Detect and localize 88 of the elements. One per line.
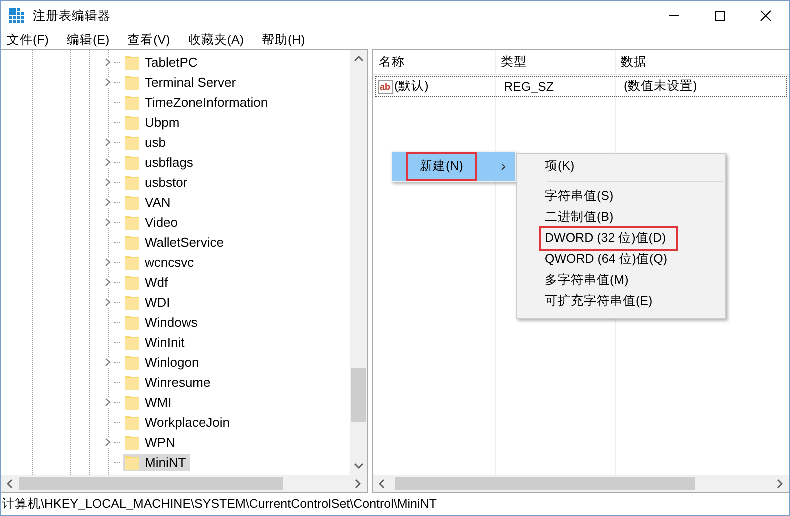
expand-arrow-icon[interactable] [105,358,111,366]
horizontal-scrollbar[interactable] [1,475,367,492]
tree-item[interactable]: WMI [123,394,176,410]
status-path: 计算机\HKEY_LOCAL_MACHINE\SYSTEM\CurrentControlSet\Control\MiniNT [2,496,437,512]
tree-item[interactable]: TabletPC [123,54,202,70]
tree-item[interactable]: wcncsvc [123,254,198,270]
tree-item[interactable]: Windows [123,314,202,330]
tree-item[interactable]: TimeZoneInformation [123,94,272,110]
tree-item[interactable]: Terminal Server [123,74,240,90]
scroll-right-icon[interactable] [777,478,783,488]
tree-item[interactable]: WinInit [123,334,189,350]
expand-arrow-icon[interactable] [105,278,111,286]
expand-arrow-icon[interactable] [105,138,111,146]
scroll-right-icon[interactable] [355,478,361,488]
folder-icon [125,314,139,330]
tree-item[interactable]: Winresume [123,374,215,390]
tree-item[interactable]: WorkplaceJoin [123,414,234,430]
menu-item[interactable]: DWORD (32 位)值(D) [539,226,678,251]
menu-item[interactable]: 编辑(E) [64,32,112,48]
horizontal-scrollbar[interactable] [373,475,789,492]
folder-icon [125,354,139,370]
expand-arrow-icon[interactable] [105,218,111,226]
folder-icon [125,454,139,470]
table-cell: (默认) [394,78,429,95]
tree-item[interactable]: Wdf [123,274,172,290]
tree-item[interactable]: Ubpm [123,114,184,130]
scroll-left-icon[interactable] [7,478,13,488]
tree-item[interactable]: usb [123,134,170,150]
window-title: 注册表编辑器 [33,8,111,24]
tree-item[interactable]: MiniNT [123,454,190,470]
tree-item[interactable]: WDI [123,294,174,310]
column-header[interactable]: 数据 [615,54,789,70]
expand-arrow-icon[interactable] [105,258,111,266]
scroll-down-icon[interactable] [354,463,364,469]
scrollbar-thumb[interactable] [351,368,366,422]
folder-icon [125,274,139,290]
tree-item[interactable]: Winlogon [123,354,204,370]
scroll-up-icon[interactable] [354,56,364,62]
folder-icon [125,174,139,190]
menu-item[interactable]: 帮助(H) [260,32,308,48]
scroll-left-icon[interactable] [379,478,385,488]
folder-icon [125,334,139,350]
folder-icon [125,114,139,130]
menu-item[interactable]: 收藏夹(A) [186,32,246,48]
folder-icon [125,74,139,90]
folder-icon [125,394,139,410]
vertical-scrollbar[interactable] [350,50,367,475]
column-header[interactable]: 类型 [495,54,615,70]
registry-editor-icon [9,8,25,24]
folder-icon [125,414,139,430]
expand-arrow-icon[interactable] [105,438,111,446]
folder-icon [125,294,139,310]
folder-icon [125,94,139,110]
maximize-icon[interactable] [714,10,726,22]
menu-label: 新建(N) [406,152,478,181]
folder-icon [125,134,139,150]
tree-item[interactable]: Video [123,214,182,230]
tree-item[interactable]: WalletService [123,234,228,250]
table-cell-text: (数值未设置) [623,78,698,95]
expand-arrow-icon[interactable] [105,298,111,306]
folder-icon [125,54,139,70]
folder-icon [125,434,139,450]
expand-arrow-icon[interactable] [105,398,111,406]
table-cell-text: REG_SZ [503,80,556,94]
menu-item[interactable]: 查看(V) [126,32,172,48]
menu-item[interactable]: 项(K) [539,154,587,179]
expand-arrow-icon[interactable] [105,58,111,66]
expand-arrow-icon[interactable] [105,158,111,166]
scrollbar-thumb[interactable] [19,477,283,490]
menu-item[interactable]: 新建(N) [392,152,515,181]
folder-icon [125,254,139,270]
tree-item[interactable]: usbstor [123,174,192,190]
column-header[interactable]: 名称 [373,54,495,70]
tree-item[interactable]: usbflags [123,154,198,170]
close-icon[interactable] [760,10,772,22]
expand-arrow-icon[interactable] [105,198,111,206]
folder-icon [125,374,139,390]
expand-arrow-icon[interactable] [105,178,111,186]
folder-icon [125,194,139,210]
folder-icon [125,234,139,250]
tree-item[interactable]: WPN [123,434,180,450]
tree-item[interactable]: VAN [123,194,175,210]
menu-item[interactable]: 文件(F) [5,32,51,48]
expand-arrow-icon[interactable] [105,78,111,86]
folder-icon [125,214,139,230]
scrollbar-thumb[interactable] [394,477,695,490]
folder-icon [125,154,139,170]
string-value-icon: ab [378,80,393,94]
